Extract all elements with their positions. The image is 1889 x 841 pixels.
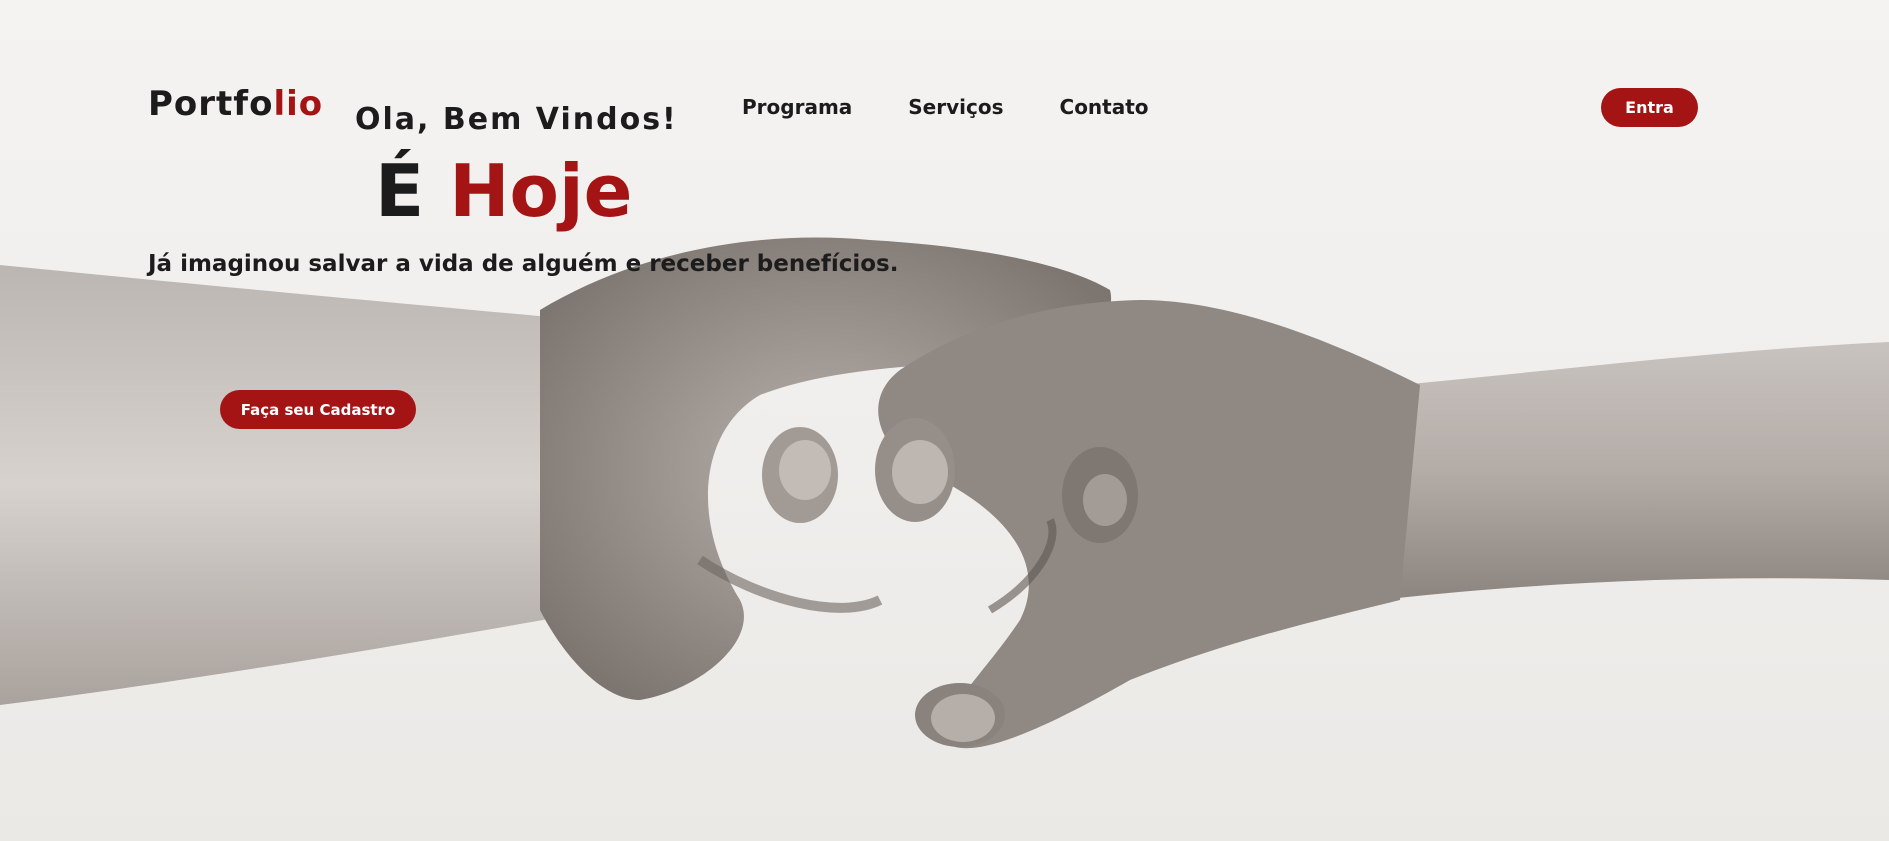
logo[interactable]: Portfolio [148, 84, 323, 124]
main-nav: Programa Serviços Contato [742, 94, 1149, 120]
logo-main: Portfo [148, 84, 274, 124]
nav-item-servicos[interactable]: Serviços [908, 94, 1003, 120]
hero-tagline: Já imaginou salvar a vida de alguém e re… [148, 251, 899, 277]
enter-button[interactable]: Entra [1601, 88, 1698, 127]
headline-main: É [375, 149, 425, 233]
hero-headline: É Hoje [375, 150, 633, 232]
nav-item-programa[interactable]: Programa [742, 94, 852, 120]
headline-accent: Hoje [449, 149, 633, 233]
greeting-text: Ola, Bem Vindos! [355, 102, 678, 137]
logo-accent: lio [273, 84, 324, 124]
nav-item-contato[interactable]: Contato [1060, 94, 1149, 120]
signup-button[interactable]: Faça seu Cadastro [220, 390, 416, 429]
hero-section: Portfolio Ola, Bem Vindos! Programa Serv… [0, 0, 1889, 841]
